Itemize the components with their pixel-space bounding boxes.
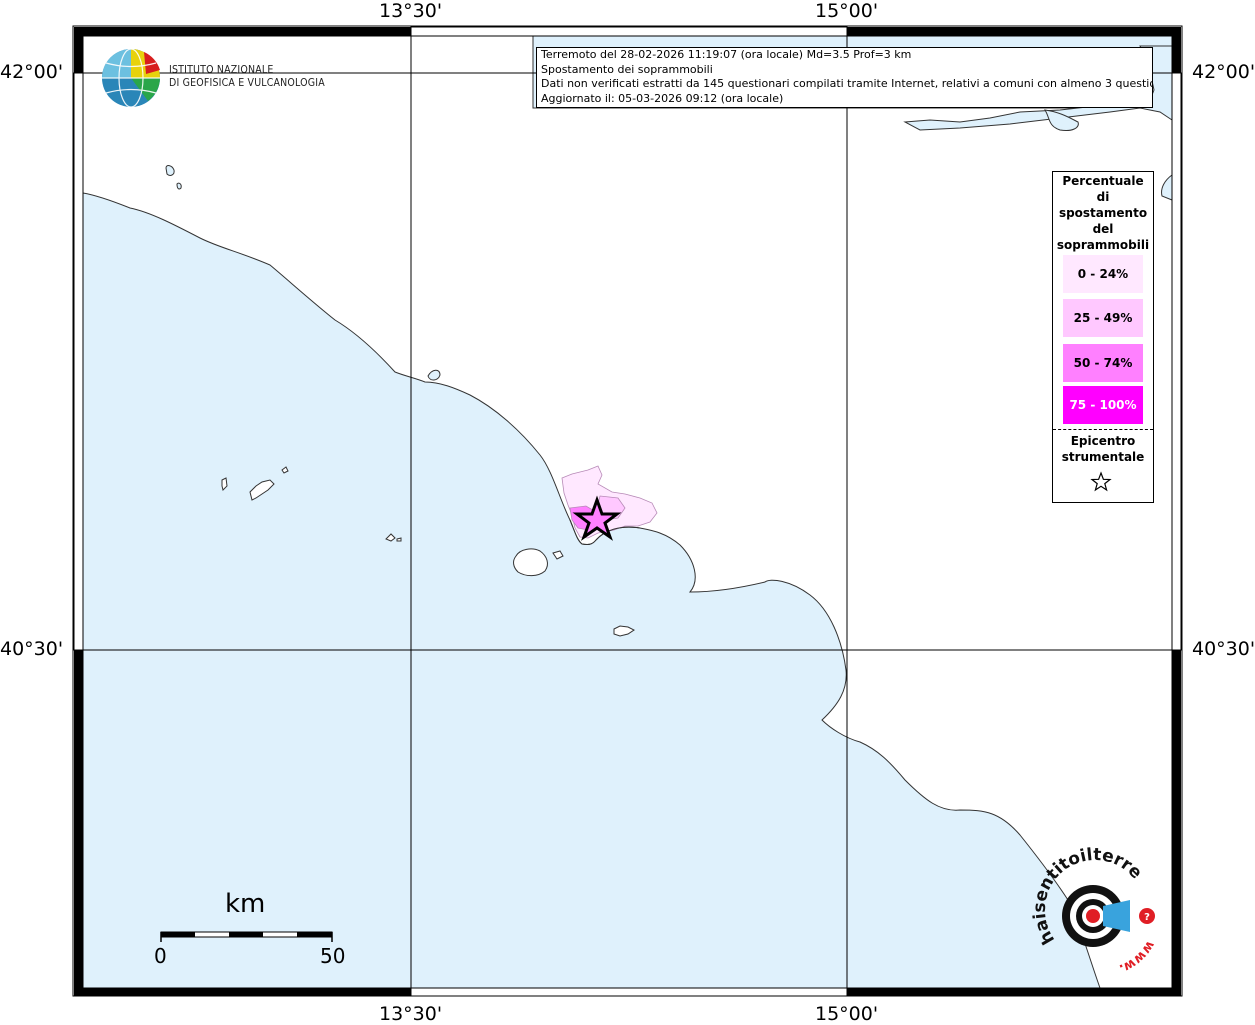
legend-title-line: di xyxy=(1096,190,1110,204)
legend-swatch-25-49: 25 - 49% xyxy=(1063,299,1143,337)
legend: Percentuale di spostamento del soprammob… xyxy=(1052,171,1154,503)
legend-epicenter-line: Epicentro xyxy=(1070,434,1136,448)
ingv-logo-text: ISTITUTO NAZIONALE DI GEOFISICA E VULCAN… xyxy=(169,64,325,90)
logo-line-2: DI GEOFISICA E VULCANOLOGIA xyxy=(169,77,325,89)
legend-swatch-50-74: 50 - 74% xyxy=(1063,344,1143,382)
lat-tick-left-1: 42°00' xyxy=(0,61,64,83)
legend-swatch-0-24: 0 - 24% xyxy=(1063,255,1143,293)
lat-tick-left-2: 40°30' xyxy=(0,638,64,660)
legend-swatch-75-100: 75 - 100% xyxy=(1063,386,1143,424)
ischia-island xyxy=(513,548,548,577)
intensity-map: ? haisentitoilterremoto.it www. xyxy=(0,0,1183,997)
lat-tick-right-2: 40°30' xyxy=(1192,638,1255,660)
info-earthquake: Terremoto del 28-02-2026 11:19:07 (ora l… xyxy=(541,48,912,61)
small-islet xyxy=(396,537,402,542)
lake-vico xyxy=(176,182,182,190)
legend-title-line: del xyxy=(1092,222,1114,236)
scale-unit: km xyxy=(225,889,266,919)
lon-tick-top-1: 13°30' xyxy=(379,0,443,22)
legend-title-line: spostamento xyxy=(1058,206,1148,220)
legend-epicenter-line: strumentale xyxy=(1061,450,1145,464)
lon-tick-bottom-1: 13°30' xyxy=(379,1003,443,1025)
ingv-logo-globe xyxy=(102,48,160,108)
info-box: Terremoto del 28-02-2026 11:19:07 (ora l… xyxy=(536,47,1153,108)
lon-tick-bottom-2: 15°00' xyxy=(815,1003,879,1025)
legend-title: Percentuale di spostamento del soprammob… xyxy=(1053,173,1153,253)
logo-line-1: ISTITUTO NAZIONALE xyxy=(169,64,274,76)
info-data-note: Dati non verificati estratti da 145 ques… xyxy=(541,77,1153,91)
legend-epicenter-title: Epicentro strumentale xyxy=(1053,433,1153,465)
scale-min-label: 0 xyxy=(154,944,167,968)
scale-max-label: 50 xyxy=(320,944,346,968)
lat-tick-right-1: 42°00' xyxy=(1192,61,1255,83)
legend-title-line: soprammobili xyxy=(1056,238,1150,252)
info-updated: Aggiornato il: 05-03-2026 09:12 (ora loc… xyxy=(541,91,784,105)
lon-tick-top-2: 15°00' xyxy=(815,0,879,22)
legend-separator xyxy=(1053,429,1153,430)
info-parameter: Spostamento dei soprammobili xyxy=(541,62,713,76)
svg-text:?: ? xyxy=(1144,912,1150,923)
legend-title-line: Percentuale xyxy=(1062,174,1144,188)
legend-star-icon xyxy=(1090,471,1112,492)
